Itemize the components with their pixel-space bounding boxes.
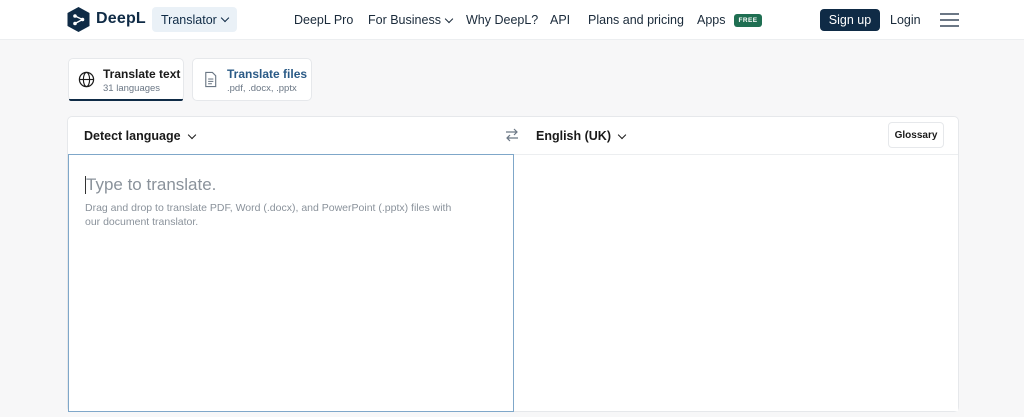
free-badge: FREE xyxy=(733,13,763,27)
active-tab-indicator xyxy=(69,99,183,101)
tab-translate-files[interactable]: Translate files .pdf, .docx, .pptx xyxy=(192,58,312,101)
nav-api[interactable]: API xyxy=(550,13,570,27)
translator-dropdown[interactable]: Translator xyxy=(152,7,237,32)
source-placeholder: Type to translate. xyxy=(86,175,217,194)
tab-subtitle: .pdf, .docx, .pptx xyxy=(227,83,297,94)
tab-title: Translate files xyxy=(227,67,308,81)
nav-apps[interactable]: Apps FREE xyxy=(697,13,763,27)
nav-why-deepl[interactable]: Why DeepL? xyxy=(466,13,538,27)
nav-label: Plans and pricing xyxy=(588,13,684,27)
swap-arrows-icon[interactable] xyxy=(504,127,520,143)
nav-label: Why DeepL? xyxy=(466,13,539,27)
chevron-down-icon xyxy=(617,130,627,139)
target-text-output[interactable] xyxy=(514,155,958,411)
target-language-label: English (UK) xyxy=(536,129,611,143)
nav-for-business[interactable]: For Business xyxy=(368,13,454,27)
deepl-logo-icon[interactable] xyxy=(66,6,91,33)
nav-plans-pricing[interactable]: Plans and pricing xyxy=(588,13,684,27)
tab-translate-text[interactable]: Translate text 31 languages xyxy=(68,58,184,101)
chevron-down-icon xyxy=(444,14,454,23)
top-header: DeepL Translator DeepL Pro For Business … xyxy=(0,0,1024,40)
nav-label: DeepL Pro xyxy=(294,13,354,27)
nav-deepl-pro[interactable]: DeepL Pro xyxy=(294,13,353,27)
login-link[interactable]: Login xyxy=(890,13,921,27)
drag-drop-hint: Drag and drop to translate PDF, Word (.d… xyxy=(85,202,452,228)
tab-subtitle: 31 languages xyxy=(103,83,161,94)
chevron-down-icon xyxy=(220,13,230,23)
globe-icon xyxy=(78,71,95,88)
signup-button[interactable]: Sign up xyxy=(820,9,880,31)
source-text-input[interactable]: Type to translate. Drag and drop to tran… xyxy=(68,154,514,412)
translator-dropdown-label: Translator xyxy=(161,12,217,27)
source-language-label: Detect language xyxy=(84,129,181,143)
nav-label: Apps xyxy=(697,13,726,27)
glossary-button[interactable]: Glossary xyxy=(888,122,944,148)
target-language-selector[interactable]: English (UK) xyxy=(536,129,627,143)
source-language-selector[interactable]: Detect language xyxy=(84,129,196,143)
tab-title: Translate text xyxy=(103,67,181,81)
nav-label: API xyxy=(550,13,571,27)
document-icon xyxy=(205,71,217,88)
hamburger-menu-icon[interactable] xyxy=(940,13,959,27)
brand-name[interactable]: DeepL xyxy=(96,10,146,28)
chevron-down-icon xyxy=(187,130,196,139)
nav-label: For Business xyxy=(368,13,441,27)
